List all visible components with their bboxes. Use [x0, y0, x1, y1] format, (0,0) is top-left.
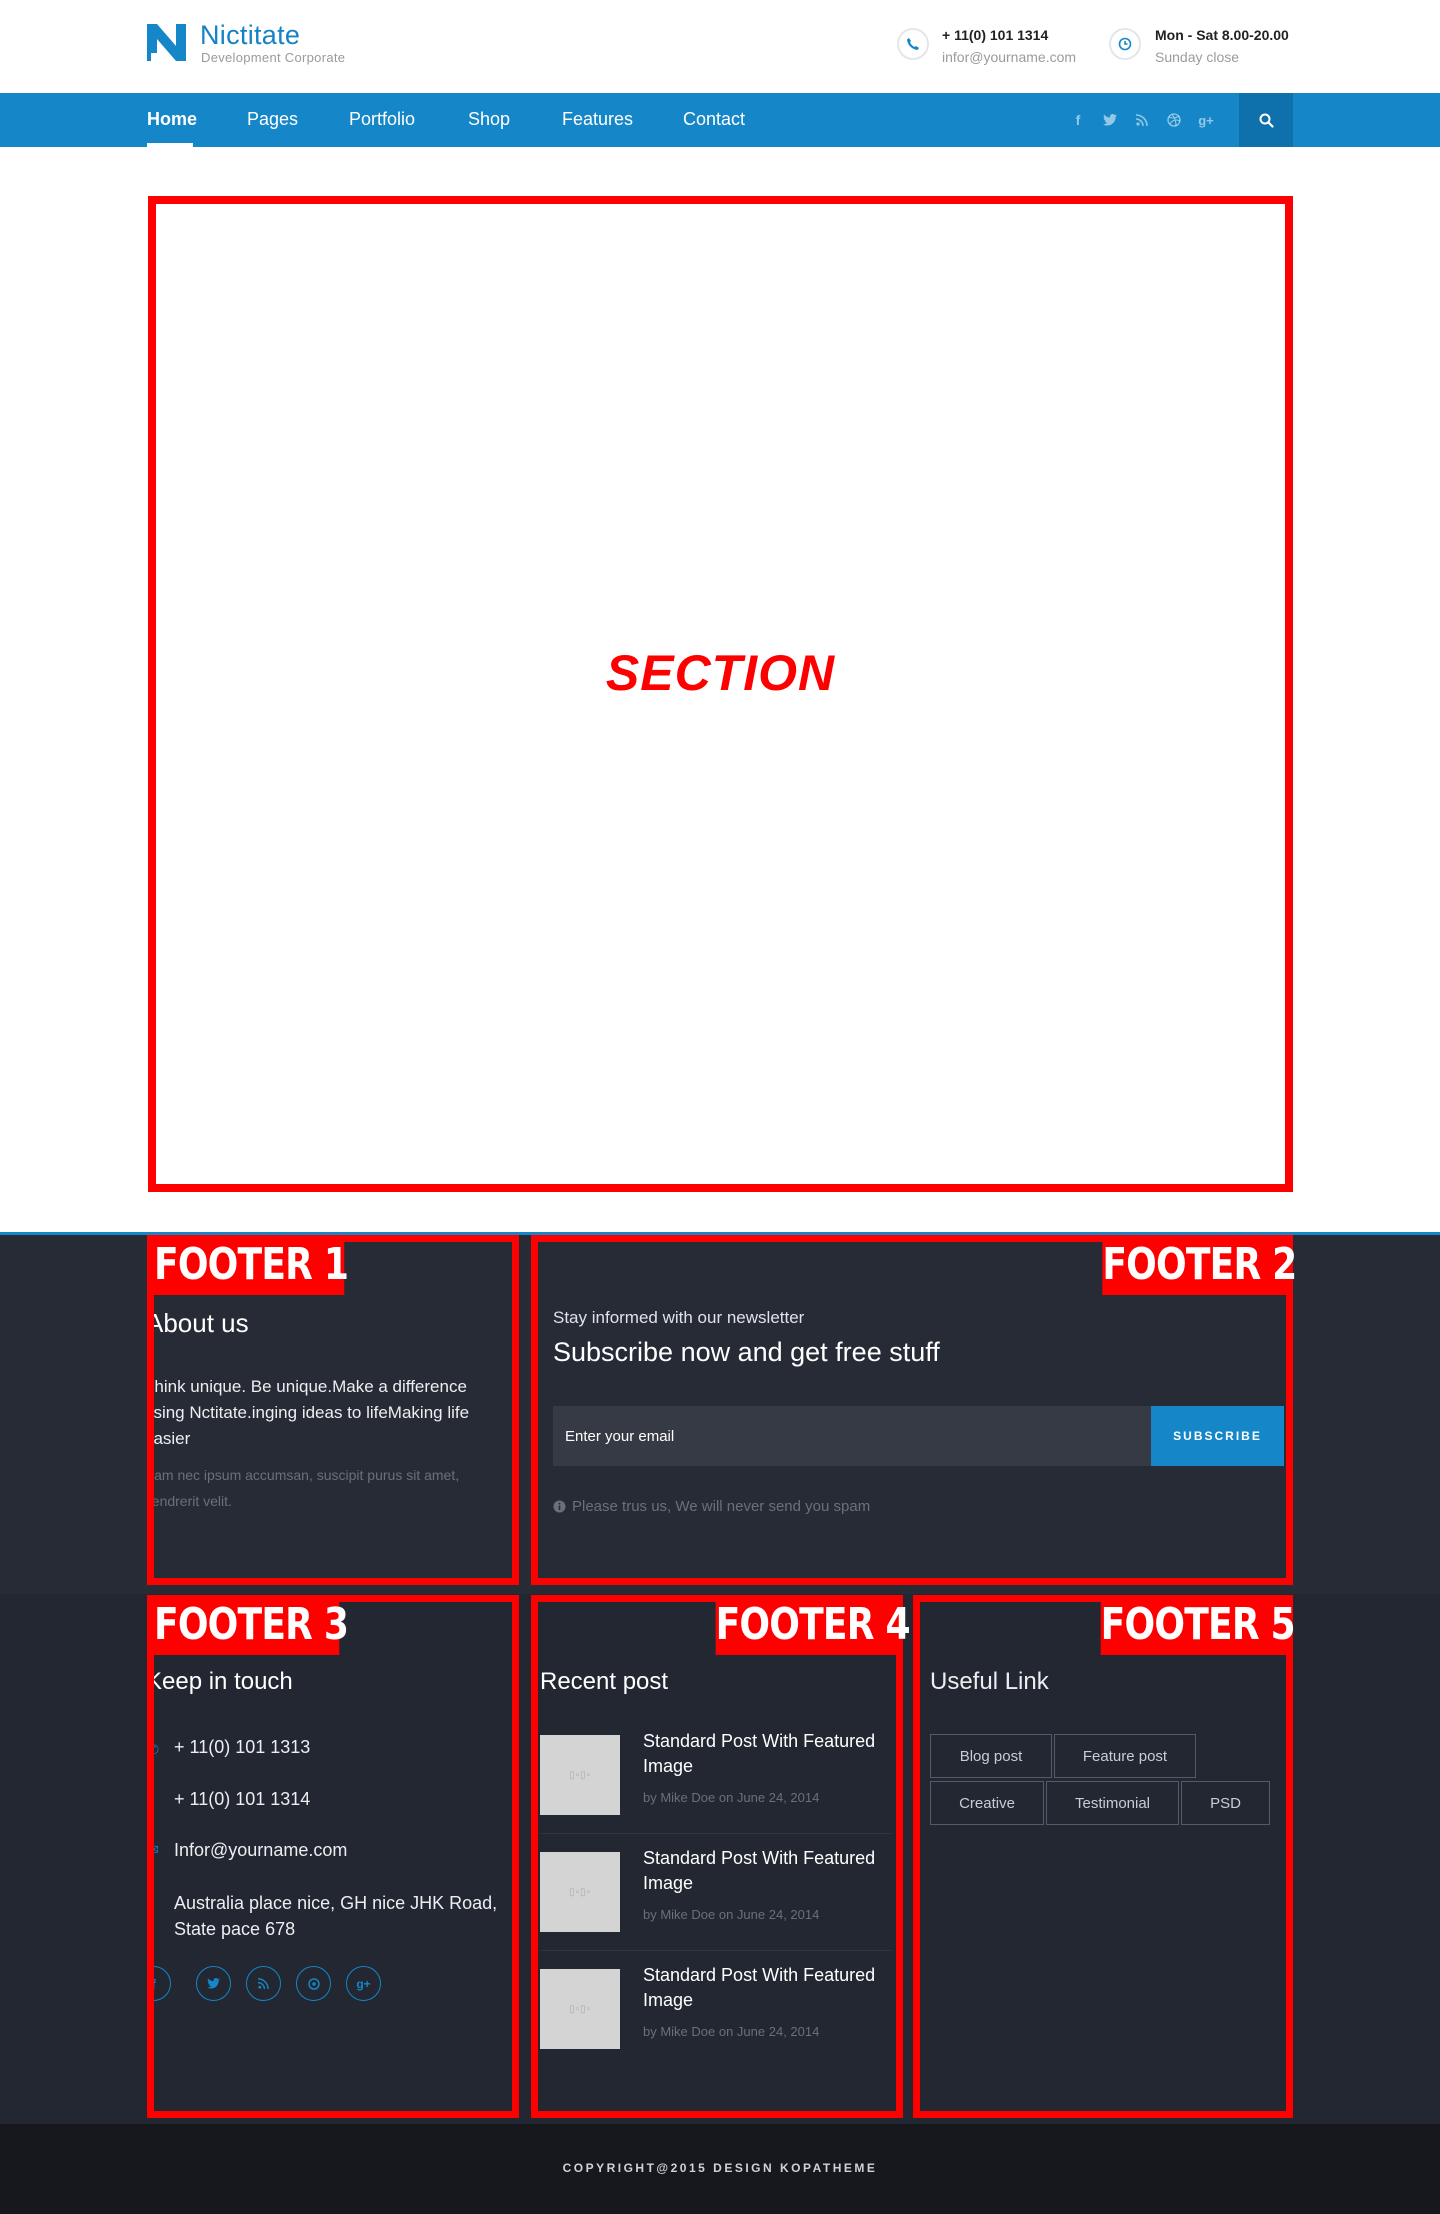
header-email[interactable]: infor@yourname.com — [942, 49, 1076, 65]
brand-title[interactable]: Nictitate — [200, 20, 300, 51]
post-divider — [540, 1833, 892, 1834]
post-meta: by Mike Doe on June 24, 2014 — [643, 2024, 820, 2039]
nav-home[interactable]: Home — [147, 109, 197, 130]
email-field-wrapper — [553, 1406, 1151, 1466]
search-icon — [1259, 113, 1274, 128]
phone-icon: ✆ — [154, 1742, 159, 1758]
about-heading: About us — [154, 1308, 249, 1338]
subscribe-button[interactable]: SUBSCRIBE — [1151, 1406, 1284, 1466]
spam-note: Please trus us, We will never send you s… — [553, 1498, 870, 1515]
footer-1-tag: FOOTER 1 — [154, 1235, 349, 1295]
tag-blog-post[interactable]: Blog post — [930, 1734, 1052, 1778]
facebook-icon[interactable]: f — [1068, 110, 1088, 130]
twitter-icon[interactable] — [1100, 110, 1120, 130]
touch-address: Australia place nice, GH nice JHK Road, … — [174, 1893, 498, 1939]
tag-testimonial[interactable]: Testimonial — [1046, 1781, 1179, 1825]
tag-psd[interactable]: PSD — [1181, 1781, 1270, 1825]
post-meta: by Mike Doe on June 24, 2014 — [643, 1790, 820, 1805]
nav-portfolio[interactable]: Portfolio — [349, 109, 415, 130]
post-title[interactable]: Standard Post With Featured Image — [643, 1846, 883, 1896]
post-thumbnail[interactable]: ▯▫▯▫ — [540, 1969, 620, 2049]
post-thumbnail[interactable]: ▯▫▯▫ — [540, 1852, 620, 1932]
copyright-bar: COPYRIGHT@2015 DESIGN KOPATHEME — [0, 2124, 1440, 2214]
touch-email[interactable]: Infor@yourname.com — [174, 1840, 347, 1861]
facebook-icon[interactable]: f — [154, 1966, 171, 2001]
phone-icon — [897, 28, 929, 60]
footer-1-content: About us Think unique. Be unique.Make a … — [154, 1290, 512, 1580]
about-small-text: Nam nec ipsum accumsan, suscipit purus s… — [154, 1467, 460, 1509]
footer-4-tag: FOOTER 4 — [715, 1595, 911, 1655]
post-title[interactable]: Standard Post With Featured Image — [643, 1963, 883, 2013]
tag-feature-post[interactable]: Feature post — [1054, 1734, 1196, 1778]
nav-features[interactable]: Features — [562, 109, 633, 130]
mobile-icon: ▯ — [154, 1790, 155, 1806]
post-divider — [540, 1950, 892, 1951]
header-phone[interactable]: + 11(0) 101 1314 — [942, 27, 1048, 43]
pinterest-icon[interactable] — [296, 1966, 331, 2001]
nav-contact[interactable]: Contact — [683, 109, 745, 130]
twitter-icon[interactable] — [196, 1966, 231, 2001]
post-meta: by Mike Doe on June 24, 2014 — [643, 1907, 820, 1922]
email-field[interactable] — [565, 1406, 1135, 1466]
main-nav: Home Pages Portfolio Shop Features Conta… — [0, 93, 1440, 147]
post-thumbnail[interactable]: ▯▫▯▫ — [540, 1735, 620, 1815]
recent-post-heading: Recent post — [540, 1668, 669, 1695]
header-hours-note: Sunday close — [1155, 49, 1240, 65]
footer-3-tag: FOOTER 3 — [154, 1595, 349, 1655]
footer-5-tag: FOOTER 5 — [1100, 1595, 1296, 1655]
search-button[interactable] — [1239, 93, 1293, 147]
tag-creative[interactable]: Creative — [930, 1781, 1044, 1825]
footer-2-tag: FOOTER 2 — [1102, 1235, 1297, 1295]
newsletter-kicker: Stay informed with our newsletter — [553, 1308, 805, 1327]
rss-icon[interactable] — [1132, 110, 1152, 130]
google-plus-icon[interactable]: g+ — [346, 1966, 381, 2001]
logo-icon[interactable] — [147, 24, 186, 61]
brand-subtitle: Development Corporate — [201, 50, 346, 65]
nav-pages[interactable]: Pages — [247, 109, 298, 130]
newsletter-heading: Subscribe now and get free stuff — [553, 1337, 940, 1367]
section-label: SECTION — [605, 645, 836, 701]
header-hours: Mon - Sat 8.00-20.00 — [1155, 27, 1289, 43]
spam-note-text: Please trus us, We will never send you s… — [572, 1498, 871, 1515]
top-header: Nictitate Development Corporate + 11(0) … — [0, 0, 1440, 93]
google-plus-icon[interactable]: g+ — [1196, 110, 1216, 130]
clock-icon — [1109, 28, 1141, 60]
post-title[interactable]: Standard Post With Featured Image — [643, 1729, 883, 1779]
info-icon — [553, 1500, 566, 1513]
section-placeholder: SECTION — [148, 196, 1293, 1192]
about-text: Think unique. Be unique.Make a differenc… — [154, 1377, 470, 1448]
touch-phone-2[interactable]: + 11(0) 101 1314 — [174, 1789, 310, 1810]
touch-phone-1[interactable]: + 11(0) 101 1313 — [174, 1737, 310, 1758]
nav-shop[interactable]: Shop — [468, 109, 510, 130]
nav-active-indicator — [147, 143, 193, 147]
keep-in-touch-heading: Keep in touch — [154, 1668, 293, 1695]
mail-icon: ✉ — [154, 1842, 159, 1858]
useful-link-heading: Useful Link — [930, 1668, 1049, 1695]
rss-icon[interactable] — [246, 1966, 281, 2001]
copyright-text: COPYRIGHT@2015 DESIGN KOPATHEME — [562, 2161, 878, 2175]
dribbble-icon[interactable] — [1164, 110, 1184, 130]
footer-3-content: Keep in touch ✆ + 11(0) 101 1313 ▯ + 11(… — [154, 1650, 512, 2110]
